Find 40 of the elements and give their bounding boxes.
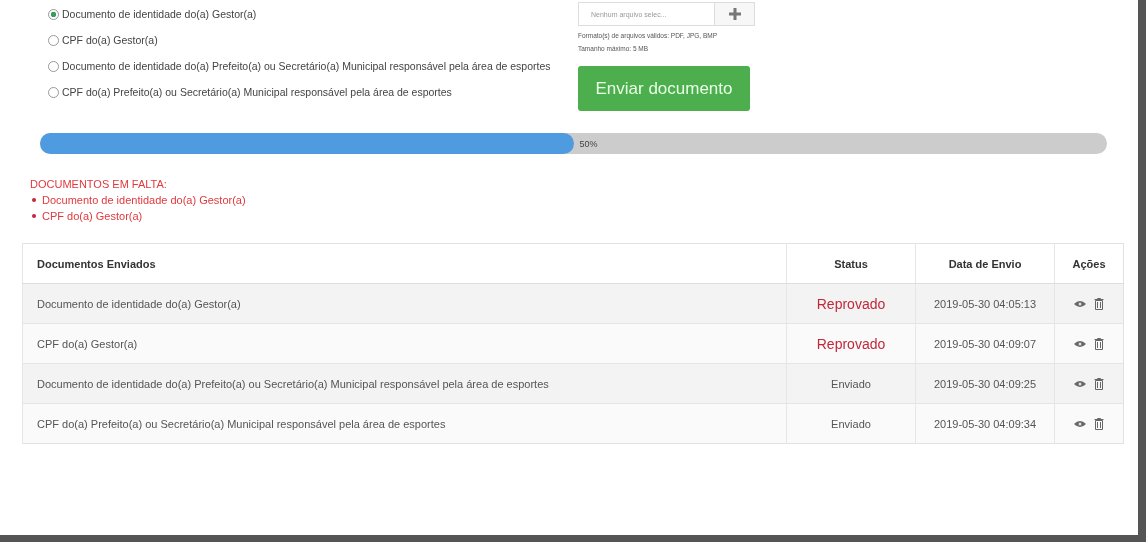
eye-icon[interactable]	[1074, 419, 1086, 428]
trash-icon[interactable]	[1094, 377, 1104, 390]
bullet-icon	[32, 198, 36, 202]
table-cell: CPF do(a) Prefeito(a) ou Secretário(a) Municipal responsável pela área de esportes	[22, 403, 787, 444]
radio-button[interactable]	[48, 35, 59, 46]
column-header: Status	[786, 243, 916, 284]
column-header: Documentos Enviados	[22, 243, 787, 284]
table-cell: 2019-05-30 04:09:07	[915, 323, 1055, 364]
trash-icon[interactable]	[1094, 297, 1104, 310]
status-cell: Reprovado	[786, 283, 916, 324]
eye-icon[interactable]	[1074, 379, 1086, 388]
column-header: Ações	[1054, 243, 1124, 284]
status-cell: Enviado	[786, 363, 916, 404]
table-cell: Documento de identidade do(a) Prefeito(a) ou Secretário(a) Municipal responsável pela área de esportes	[22, 363, 787, 404]
radio-button[interactable]	[48, 61, 59, 72]
trash-icon[interactable]	[1094, 337, 1104, 350]
table-cell: CPF do(a) Gestor(a)	[22, 323, 787, 364]
table-cell: 2019-05-30 04:05:13	[915, 283, 1055, 324]
eye-icon[interactable]	[1074, 339, 1086, 348]
table-cell: 2019-05-30 04:09:25	[915, 363, 1055, 404]
table-cell: 2019-05-30 04:09:34	[915, 403, 1055, 444]
plus-icon	[727, 7, 742, 21]
bullet-icon	[32, 214, 36, 218]
radio-label[interactable]: Documento de identidade do(a) Prefeito(a) ou Secretário(a) Municipal responsável pela área de esportes	[28, 58, 551, 75]
column-header: Data de Envio	[915, 243, 1055, 284]
missing-item: CPF do(a) Gestor(a)	[42, 210, 143, 222]
table-cell: Documento de identidade do(a) Gestor(a)	[22, 283, 787, 324]
progress-label: 50%	[579, 138, 598, 149]
radio-button[interactable]	[48, 9, 59, 20]
status-cell: Reprovado	[786, 323, 916, 364]
missing-item: Documento de identidade do(a) Gestor(a)	[42, 194, 246, 206]
radio-label[interactable]: CPF do(a) Prefeito(a) ou Secretário(a) Municipal responsável pela área de esportes	[62, 84, 452, 101]
eye-icon[interactable]	[1074, 299, 1086, 308]
status-cell: Enviado	[786, 403, 916, 444]
radio-button[interactable]	[48, 87, 59, 98]
trash-icon[interactable]	[1094, 417, 1104, 430]
radio-label[interactable]: CPF do(a) Gestor(a)	[62, 32, 158, 49]
radio-label[interactable]: Documento de identidade do(a) Gestor(a)	[62, 6, 257, 23]
add-file-button[interactable]	[714, 3, 754, 25]
missing-title: DOCUMENTOS EM FALTA:	[30, 178, 168, 190]
